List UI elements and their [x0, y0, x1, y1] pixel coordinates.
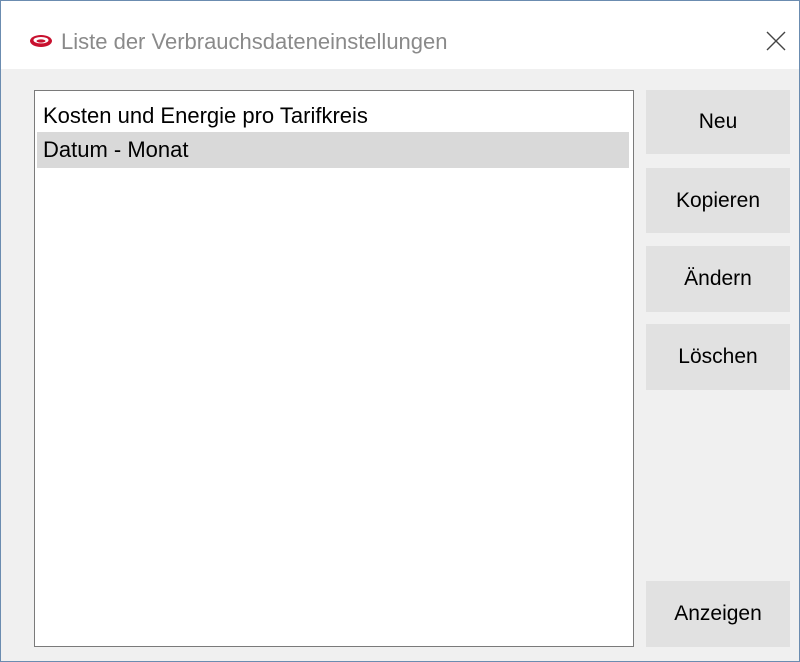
- title-bar[interactable]: Liste der Verbrauchsdateneinstellungen: [1, 1, 799, 69]
- dialog-window: Liste der Verbrauchsdateneinstellungen K…: [0, 0, 800, 662]
- app-logo-icon: [29, 33, 53, 49]
- list-item-selected[interactable]: Datum - Monat: [37, 132, 629, 168]
- show-button[interactable]: Anzeigen: [646, 581, 790, 647]
- list-item[interactable]: Kosten und Energie pro Tarifkreis: [37, 98, 629, 134]
- new-button[interactable]: Neu: [646, 90, 790, 154]
- settings-list[interactable]: Kosten und Energie pro Tarifkreis Datum …: [34, 90, 634, 647]
- close-button[interactable]: [753, 21, 799, 65]
- close-icon: [766, 31, 786, 56]
- window-title: Liste der Verbrauchsdateneinstellungen: [61, 29, 448, 54]
- edit-button[interactable]: Ändern: [646, 246, 790, 312]
- list-item-label: Datum - Monat: [43, 137, 189, 162]
- delete-button[interactable]: Löschen: [646, 324, 790, 390]
- list-item-label: Kosten und Energie pro Tarifkreis: [43, 103, 368, 128]
- copy-button[interactable]: Kopieren: [646, 168, 790, 233]
